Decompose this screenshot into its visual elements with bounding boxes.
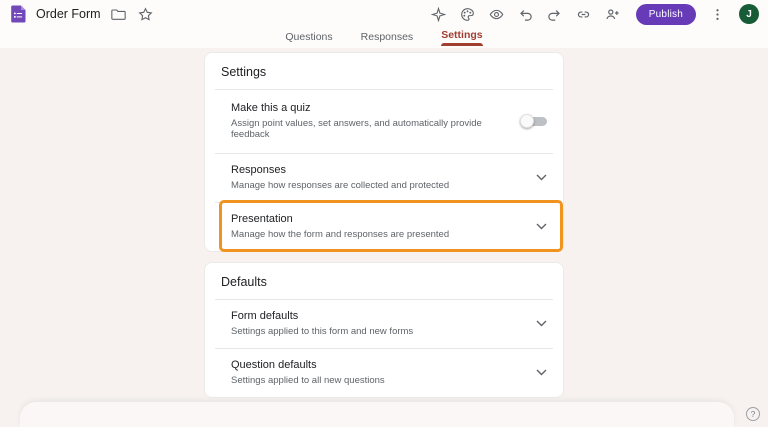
setting-row-presentation[interactable]: Presentation Manage how the form and res… [205,203,563,251]
star-icon[interactable] [138,7,153,22]
settings-card-title: Settings [205,53,563,89]
row-title: Presentation [231,213,526,225]
settings-card: Settings Make this a quiz Assign point v… [204,52,564,252]
row-title: Make this a quiz [231,102,511,114]
help-icon[interactable]: ? [746,407,760,421]
row-description: Assign point values, set answers, and au… [231,118,511,140]
document-title[interactable]: Order Form [36,7,101,21]
publish-button[interactable]: Publish [636,4,696,25]
tabs-bar: Questions Responses Settings [0,28,768,48]
setting-row-form-defaults[interactable]: Form defaults Settings applied to this f… [205,300,563,348]
app-bar-actions: Publish J [431,4,759,25]
setting-row-question-defaults[interactable]: Question defaults Settings applied to al… [205,349,563,397]
tab-questions[interactable]: Questions [285,31,332,48]
google-forms-window: Order Form [0,0,768,427]
undo-icon[interactable] [518,7,533,22]
toggle-knob [520,114,534,128]
chevron-down-icon[interactable] [536,174,547,181]
bottom-sheet-edge [20,402,734,427]
defaults-card-title: Defaults [205,263,563,299]
row-title: Question defaults [231,359,526,371]
redo-icon[interactable] [547,7,562,22]
chevron-down-icon[interactable] [536,369,547,376]
add-collaborator-icon[interactable] [605,7,620,22]
tab-settings[interactable]: Settings [441,29,482,48]
chevron-down-icon[interactable] [536,223,547,230]
row-title: Form defaults [231,310,526,322]
setting-row-make-quiz[interactable]: Make this a quiz Assign point values, se… [205,90,563,153]
forms-logo-icon[interactable] [10,5,27,23]
copy-link-icon[interactable] [576,7,591,22]
setting-row-responses[interactable]: Responses Manage how responses are colle… [205,154,563,202]
row-description: Settings applied to this form and new fo… [231,326,526,337]
sparkle-icon[interactable] [431,7,446,22]
tab-responses[interactable]: Responses [361,31,414,48]
row-title: Responses [231,164,526,176]
row-description: Settings applied to all new questions [231,375,526,386]
row-description: Manage how responses are collected and p… [231,180,526,191]
move-to-folder-icon[interactable] [111,7,126,22]
more-options-icon[interactable] [710,7,725,22]
chevron-down-icon[interactable] [536,320,547,327]
app-bar: Order Form [0,0,768,28]
settings-page: Settings Make this a quiz Assign point v… [0,48,768,398]
defaults-card: Defaults Form defaults Settings applied … [204,262,564,398]
quiz-toggle-switch[interactable] [521,114,547,128]
theme-palette-icon[interactable] [460,7,475,22]
row-description: Manage how the form and responses are pr… [231,229,526,240]
preview-eye-icon[interactable] [489,7,504,22]
account-avatar[interactable]: J [739,4,759,24]
